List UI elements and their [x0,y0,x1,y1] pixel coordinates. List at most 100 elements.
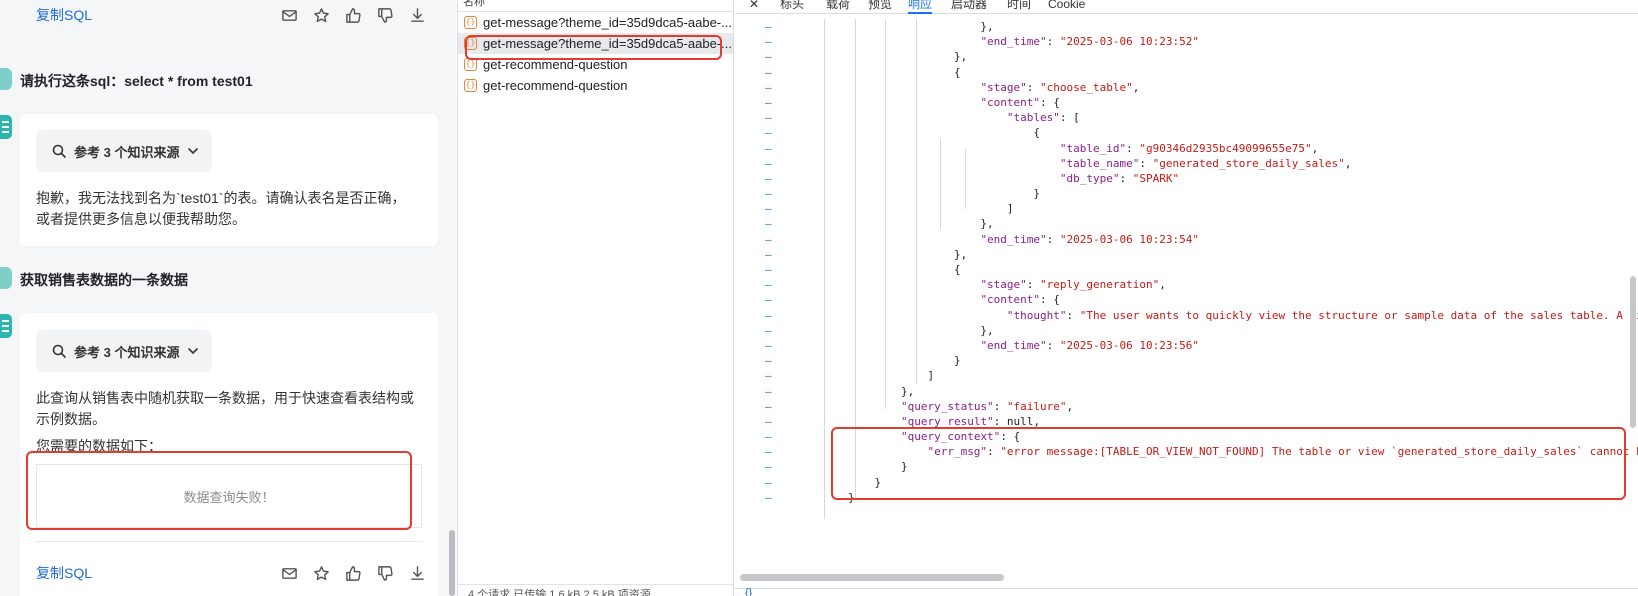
knowledge-sources-toggle[interactable]: 参考 3 个知识来源 [36,130,212,172]
fold-marker-icon[interactable]: – [765,490,772,505]
star-icon[interactable] [312,6,330,24]
star-icon[interactable] [312,564,330,582]
code-line: – ] [735,368,1638,383]
tab-5[interactable]: 时间 [1007,0,1031,14]
fold-marker-icon[interactable]: – [765,247,772,262]
tab-3[interactable]: 响应 [908,0,933,14]
response-footer: {} [735,587,1638,596]
code-line: – { [735,125,1638,140]
code-text: } [795,475,882,489]
horizontal-scrollbar[interactable] [740,574,1004,581]
fold-marker-icon[interactable]: – [765,110,772,125]
code-line: – "table_name": "generated_store_daily_s… [735,156,1638,171]
format-braces-icon[interactable]: {} [745,587,752,596]
fold-marker-icon[interactable]: – [765,232,772,247]
close-icon[interactable]: ✕ [749,0,759,14]
copy-sql-link[interactable]: 复制SQL [36,5,92,25]
fold-marker-icon[interactable]: – [765,399,772,414]
fold-marker-icon[interactable]: – [765,80,772,95]
thumbs-up-icon[interactable] [344,6,362,24]
fold-marker-icon[interactable]: – [765,65,772,80]
code-line: – }, [735,216,1638,231]
code-line: – ] [735,201,1638,216]
fold-marker-icon[interactable]: – [765,156,772,171]
fold-marker-icon[interactable]: – [765,49,772,64]
code-text: "stage": "reply_generation", [980,278,1166,292]
response-json-viewer: – }, – "end_time": "2025-03-06 10:23:52" –… [735,19,1638,519]
fold-marker-icon[interactable]: – [765,262,772,277]
thumbs-down-icon[interactable] [376,6,394,24]
fold-marker-icon[interactable]: – [765,292,772,307]
fold-marker-icon[interactable]: – [765,384,772,399]
tab-4[interactable]: 启动器 [951,0,987,14]
code-line: – "table_id": "g90346d2935bc49099655e75"… [735,141,1638,156]
indent-guide [824,19,825,519]
code-line: – "end_time": "2025-03-06 10:23:54" [735,232,1638,247]
code-text: ] [795,202,1014,216]
code-line: – { [735,65,1638,80]
copy-sql-link[interactable]: 复制SQL [36,563,92,583]
network-request-row[interactable]: {} get-message?theme_id=35d9dca5-aabe-... [458,33,733,54]
fold-marker-icon[interactable]: – [765,308,772,323]
fold-marker-icon[interactable]: – [765,444,772,459]
fold-marker-icon[interactable]: – [765,338,772,353]
name-column-header[interactable]: 名称 [458,0,733,12]
network-request-row[interactable]: {} get-recommend-question [458,75,733,96]
search-icon [52,344,66,358]
mail-icon[interactable] [280,564,298,582]
fold-marker-icon[interactable]: – [765,34,772,49]
network-request-row[interactable]: {} get-message?theme_id=35d9dca5-aabe-... [458,12,733,33]
indent-guide [855,19,856,499]
fold-marker-icon[interactable]: – [765,277,772,292]
code-text: "stage": "choose_table", [980,80,1140,94]
query-result-box: 数据查询失败！ [36,464,422,528]
fold-marker-icon[interactable]: – [765,95,772,110]
thumbs-up-icon[interactable] [344,564,362,582]
fold-marker-icon[interactable]: – [765,414,772,429]
fold-marker-icon[interactable]: – [765,353,772,368]
fold-marker-icon[interactable]: – [765,459,772,474]
indent-guide [940,139,941,229]
mail-icon[interactable] [280,6,298,24]
thumbs-down-icon[interactable] [376,564,394,582]
detail-tabs: ✕ 标头 载荷 预览 响应 启动器 时间 Cookie [735,0,1638,14]
fold-marker-icon[interactable]: – [765,216,772,231]
fold-marker-icon[interactable]: – [765,429,772,444]
tab-6[interactable]: Cookie [1048,0,1085,14]
knowledge-sources-label: 参考 3 个知识来源 [74,144,180,160]
tab-1[interactable]: 载荷 [826,0,850,14]
knowledge-sources-toggle[interactable]: 参考 3 个知识来源 [36,330,212,372]
knowledge-sources-label: 参考 3 个知识来源 [74,344,180,360]
answer-footer-top: 复制SQL [36,0,426,30]
fold-marker-icon[interactable]: – [765,323,772,338]
answer-actions [280,6,426,24]
code-line: – "content": { [735,292,1638,307]
code-line: – "end_time": "2025-03-06 10:23:52" [735,34,1638,49]
fold-marker-icon[interactable]: – [765,186,772,201]
network-request-list: 名称 {} get-message?theme_id=35d9dca5-aabe-… [457,0,734,596]
code-text: "query_result": null, [900,414,1041,428]
vertical-scrollbar[interactable] [1630,276,1636,428]
chat-scrollbar[interactable] [449,530,455,596]
fold-marker-icon[interactable]: – [765,475,772,490]
fold-marker-icon[interactable]: – [765,141,772,156]
fold-marker-icon[interactable]: – [765,19,772,34]
fetch-request-icon: {} [464,16,477,29]
download-icon[interactable] [408,6,426,24]
chat-pane: 复制SQL 请执行这条sql：select * from test01 参考 3… [0,0,456,596]
user-avatar [0,267,12,289]
download-icon[interactable] [408,564,426,582]
code-text: "db_type": "SPARK" [1059,171,1180,185]
fold-marker-icon[interactable]: – [765,171,772,186]
network-request-row[interactable]: {} get-recommend-question [458,54,733,75]
code-text: "table_name": "generated_store_daily_sal… [1059,156,1352,170]
tab-2[interactable]: 预览 [868,0,892,14]
fold-marker-icon[interactable]: – [765,368,772,383]
fold-marker-icon[interactable]: – [765,201,772,216]
data-intro-text: 您需要的数据如下： [36,438,162,454]
code-line: – "query_result": null, [735,414,1638,429]
fold-marker-icon[interactable]: – [765,125,772,140]
code-line: – "end_time": "2025-03-06 10:23:56" [735,338,1638,353]
tab-0[interactable]: 标头 [780,0,804,14]
code-line: – "err_msg": "error message:[TABLE_OR_VI… [735,444,1638,459]
